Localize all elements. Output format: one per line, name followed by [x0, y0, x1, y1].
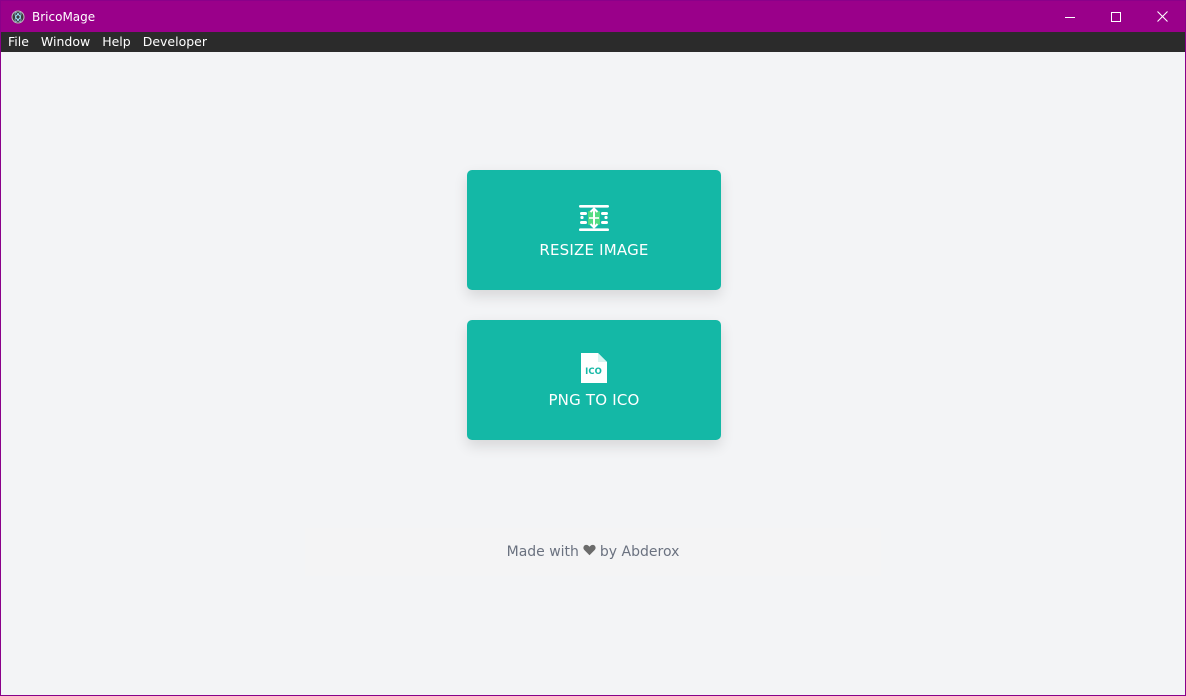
title-bar[interactable]: BricoMage — [1, 1, 1185, 32]
ico-file-icon: ICO — [577, 352, 611, 384]
resize-image-button[interactable]: RESIZE IMAGE — [467, 170, 721, 290]
close-icon — [1156, 7, 1168, 26]
minimize-icon — [1065, 7, 1075, 26]
menu-help[interactable]: Help — [96, 32, 137, 52]
footer-suffix: by Abderox — [599, 544, 680, 560]
heart-icon — [583, 544, 596, 560]
png-to-ico-label: PNG TO ICO — [548, 390, 640, 409]
window-controls — [1047, 1, 1185, 32]
close-button[interactable] — [1139, 1, 1185, 32]
resize-icon — [577, 202, 611, 234]
menu-bar: File Window Help Developer — [1, 32, 1185, 52]
app-logo-icon — [11, 10, 25, 24]
png-to-ico-button[interactable]: ICO PNG TO ICO — [467, 320, 721, 440]
maximize-button[interactable] — [1093, 1, 1139, 32]
footer: Made with by Abderox — [305, 528, 881, 576]
menu-developer[interactable]: Developer — [137, 32, 213, 52]
resize-image-label: RESIZE IMAGE — [539, 240, 649, 259]
maximize-icon — [1111, 7, 1121, 26]
minimize-button[interactable] — [1047, 1, 1093, 32]
menu-file[interactable]: File — [1, 32, 35, 52]
svg-text:ICO: ICO — [585, 367, 602, 377]
window-title: BricoMage — [32, 9, 96, 24]
app-window: BricoMage File Window Help Developer RES… — [0, 0, 1186, 696]
footer-prefix: Made with — [506, 544, 579, 560]
menu-window[interactable]: Window — [35, 32, 96, 52]
